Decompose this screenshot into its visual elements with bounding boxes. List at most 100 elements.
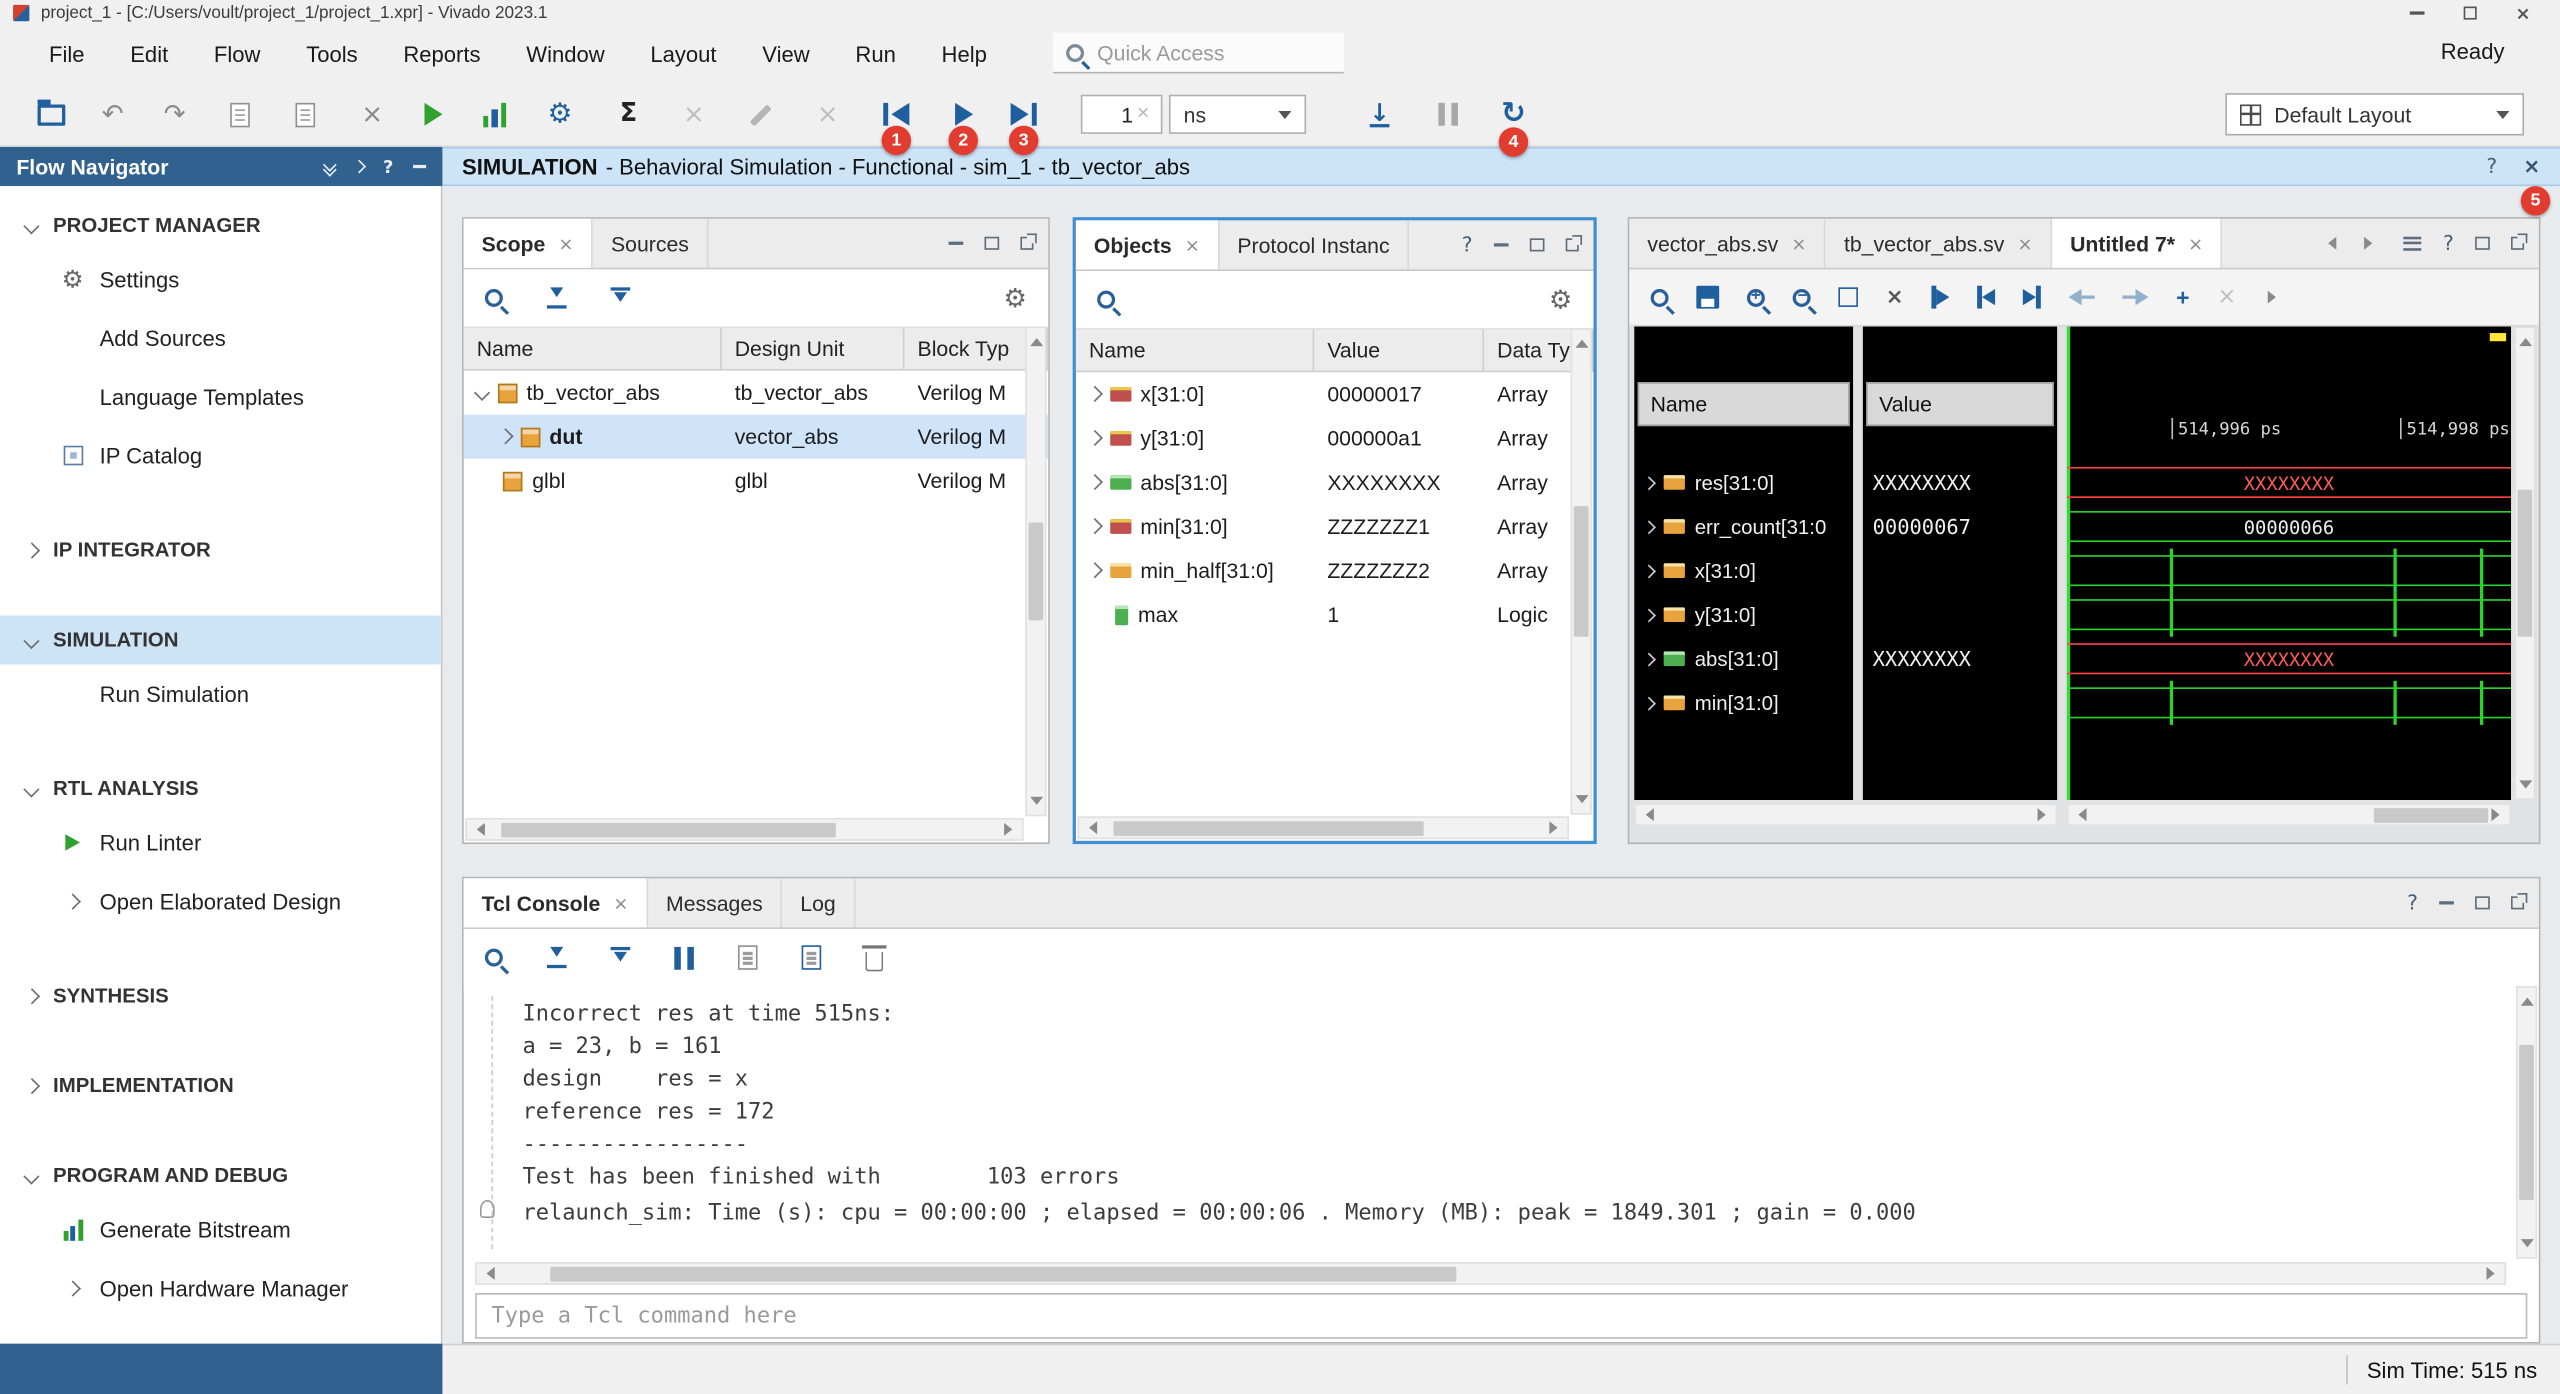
vertical-scrollbar[interactable] xyxy=(2514,327,2535,800)
gear-icon[interactable]: ⚙ xyxy=(1004,285,1027,311)
table-row[interactable]: min[31:0] ZZZZZZZ1 Array xyxy=(1076,504,1594,548)
save-icon[interactable] xyxy=(1696,286,1719,309)
sidebar-section-synthesis[interactable]: SYNTHESIS xyxy=(0,971,441,1020)
cut-button[interactable]: × xyxy=(663,91,725,137)
tab-tb-vector-abs-sv[interactable]: tb_vector_abs.sv× xyxy=(1826,219,2052,268)
sidebar-item-open-elaborated-design[interactable]: Open Elaborated Design xyxy=(0,872,441,931)
sidebar-section-program-and-debug[interactable]: PROGRAM AND DEBUG xyxy=(0,1151,441,1200)
sidebar-item-run-simulation[interactable]: Run Simulation xyxy=(0,664,441,723)
tab-messages[interactable]: Messages xyxy=(648,878,782,927)
report-icon[interactable] xyxy=(801,945,821,969)
swap-right-icon[interactable] xyxy=(2122,289,2148,305)
chevron-right-icon[interactable] xyxy=(1087,519,1102,534)
tab-scroll-right-icon[interactable] xyxy=(2365,237,2380,250)
close-icon[interactable]: × xyxy=(2523,156,2540,176)
sim-pause-button[interactable] xyxy=(1417,91,1479,137)
tab-scroll-left-icon[interactable] xyxy=(2322,237,2337,250)
generate-bitstream-button[interactable] xyxy=(464,91,526,137)
minimize-icon[interactable] xyxy=(413,165,426,168)
collapse-all-icon[interactable] xyxy=(547,947,567,968)
close-icon[interactable]: × xyxy=(1791,234,1806,252)
pause-output-icon[interactable] xyxy=(674,946,693,969)
maximize-icon[interactable] xyxy=(2475,896,2490,909)
sidebar-item-settings[interactable]: ⚙ Settings xyxy=(0,250,441,309)
tcl-command-input[interactable] xyxy=(477,1303,2526,1329)
expand-icon[interactable] xyxy=(352,160,366,174)
close-icon[interactable]: × xyxy=(1185,236,1200,254)
sidebar-section-simulation[interactable]: SIMULATION xyxy=(0,616,441,665)
menu-run[interactable]: Run xyxy=(833,33,919,74)
maximize-icon[interactable] xyxy=(2475,237,2490,250)
settings-button[interactable]: ⚙ xyxy=(529,91,591,137)
sidebar-item-run-linter[interactable]: Run Linter xyxy=(0,813,441,872)
layout-select[interactable]: Default Layout xyxy=(2225,93,2524,135)
horizontal-scrollbar[interactable] xyxy=(1634,803,2057,826)
menu-edit[interactable]: Edit xyxy=(107,33,191,74)
marker-flag-icon[interactable] xyxy=(2490,333,2506,341)
horizontal-scrollbar[interactable] xyxy=(475,1262,2506,1285)
wave-signal-name[interactable]: err_count[31:0 xyxy=(1634,504,1853,548)
column-header-name[interactable]: Name xyxy=(1076,330,1314,371)
wave-horizontal-scrollbar[interactable] xyxy=(2067,803,2511,826)
column-header-design-unit[interactable]: Design Unit xyxy=(722,328,905,369)
wave-signal-name[interactable]: y[31:0] xyxy=(1634,593,1853,637)
help-icon[interactable]: ? xyxy=(2407,893,2418,913)
expand-all-icon[interactable] xyxy=(611,947,631,968)
column-header-value[interactable]: Value xyxy=(1314,330,1484,371)
minimize-icon[interactable] xyxy=(949,242,964,245)
wave-signal-name[interactable]: x[31:0] xyxy=(1634,549,1853,593)
table-row[interactable]: max 1 Logic xyxy=(1076,593,1594,637)
quick-access-search[interactable]: Quick Access xyxy=(1053,33,1344,74)
tab-untitled-7[interactable]: Untitled 7*× xyxy=(2052,219,2223,268)
menu-tools[interactable]: Tools xyxy=(283,33,380,74)
close-icon[interactable]: × xyxy=(2017,234,2032,252)
table-row[interactable]: tb_vector_abs tb_vector_abs Verilog M xyxy=(464,371,1048,415)
close-icon[interactable]: × xyxy=(613,894,628,912)
sidebar-item-open-hardware-manager[interactable]: Open Hardware Manager xyxy=(0,1259,441,1318)
float-icon[interactable] xyxy=(1566,238,1579,251)
tab-list-icon[interactable] xyxy=(2404,236,2422,251)
chevron-right-icon[interactable] xyxy=(497,429,512,444)
add-marker-icon[interactable]: + xyxy=(2176,284,2189,310)
prev-transition-icon[interactable] xyxy=(1977,286,1995,309)
vertical-scrollbar[interactable] xyxy=(2516,986,2537,1259)
sidebar-section-project-manager[interactable]: PROJECT MANAGER xyxy=(0,201,441,250)
maximize-icon[interactable] xyxy=(1530,238,1545,251)
minimize-icon[interactable] xyxy=(1494,243,1509,246)
tab-tcl-console[interactable]: Tcl Console× xyxy=(464,878,648,927)
vertical-scrollbar[interactable] xyxy=(1571,328,1592,815)
reports-button[interactable]: Σ xyxy=(598,91,660,137)
waveform-canvas[interactable]: 514,996 ps 514,998 ps XXXXXXXX 00000066 … xyxy=(2067,327,2511,800)
close-icon[interactable]: × xyxy=(558,234,573,252)
menu-flow[interactable]: Flow xyxy=(191,33,283,74)
menu-help[interactable]: Help xyxy=(919,33,1010,74)
anchor-icon[interactable] xyxy=(480,1200,495,1218)
tcl-console-output[interactable]: Incorrect res at time 515ns: a = 23, b =… xyxy=(465,986,2537,1259)
tab-scope[interactable]: Scope × xyxy=(464,219,593,268)
sidebar-item-language-templates[interactable]: Language Templates xyxy=(0,367,441,426)
undo-button[interactable]: ↶ xyxy=(82,91,144,137)
more-tools-icon[interactable] xyxy=(2267,291,2282,304)
menu-file[interactable]: File xyxy=(26,33,107,74)
chevron-right-icon[interactable] xyxy=(1087,475,1102,490)
open-project-button[interactable] xyxy=(20,91,82,137)
menu-view[interactable]: View xyxy=(739,33,832,74)
help-icon[interactable]: ? xyxy=(2443,233,2454,253)
gear-icon[interactable]: ⚙ xyxy=(1549,287,1572,313)
menu-window[interactable]: Window xyxy=(503,33,627,74)
table-row[interactable]: dut vector_abs Verilog M xyxy=(464,415,1048,459)
horizontal-scrollbar[interactable] xyxy=(1078,816,1569,839)
sim-time-field[interactable]: × xyxy=(1081,95,1163,134)
collapse-all-icon[interactable] xyxy=(324,159,334,174)
sim-time-input[interactable] xyxy=(1087,102,1133,126)
expand-all-icon[interactable] xyxy=(611,287,631,308)
help-icon[interactable]: ? xyxy=(383,158,393,176)
maximize-icon[interactable] xyxy=(984,237,999,250)
float-icon[interactable] xyxy=(2511,237,2524,250)
delete-marker-icon[interactable]: × xyxy=(2217,286,2236,309)
horizontal-scrollbar[interactable] xyxy=(465,818,1023,841)
search-icon[interactable] xyxy=(1097,291,1115,309)
help-icon[interactable]: ? xyxy=(1462,235,1473,255)
search-icon[interactable] xyxy=(485,289,503,307)
edit-button[interactable] xyxy=(730,91,792,137)
